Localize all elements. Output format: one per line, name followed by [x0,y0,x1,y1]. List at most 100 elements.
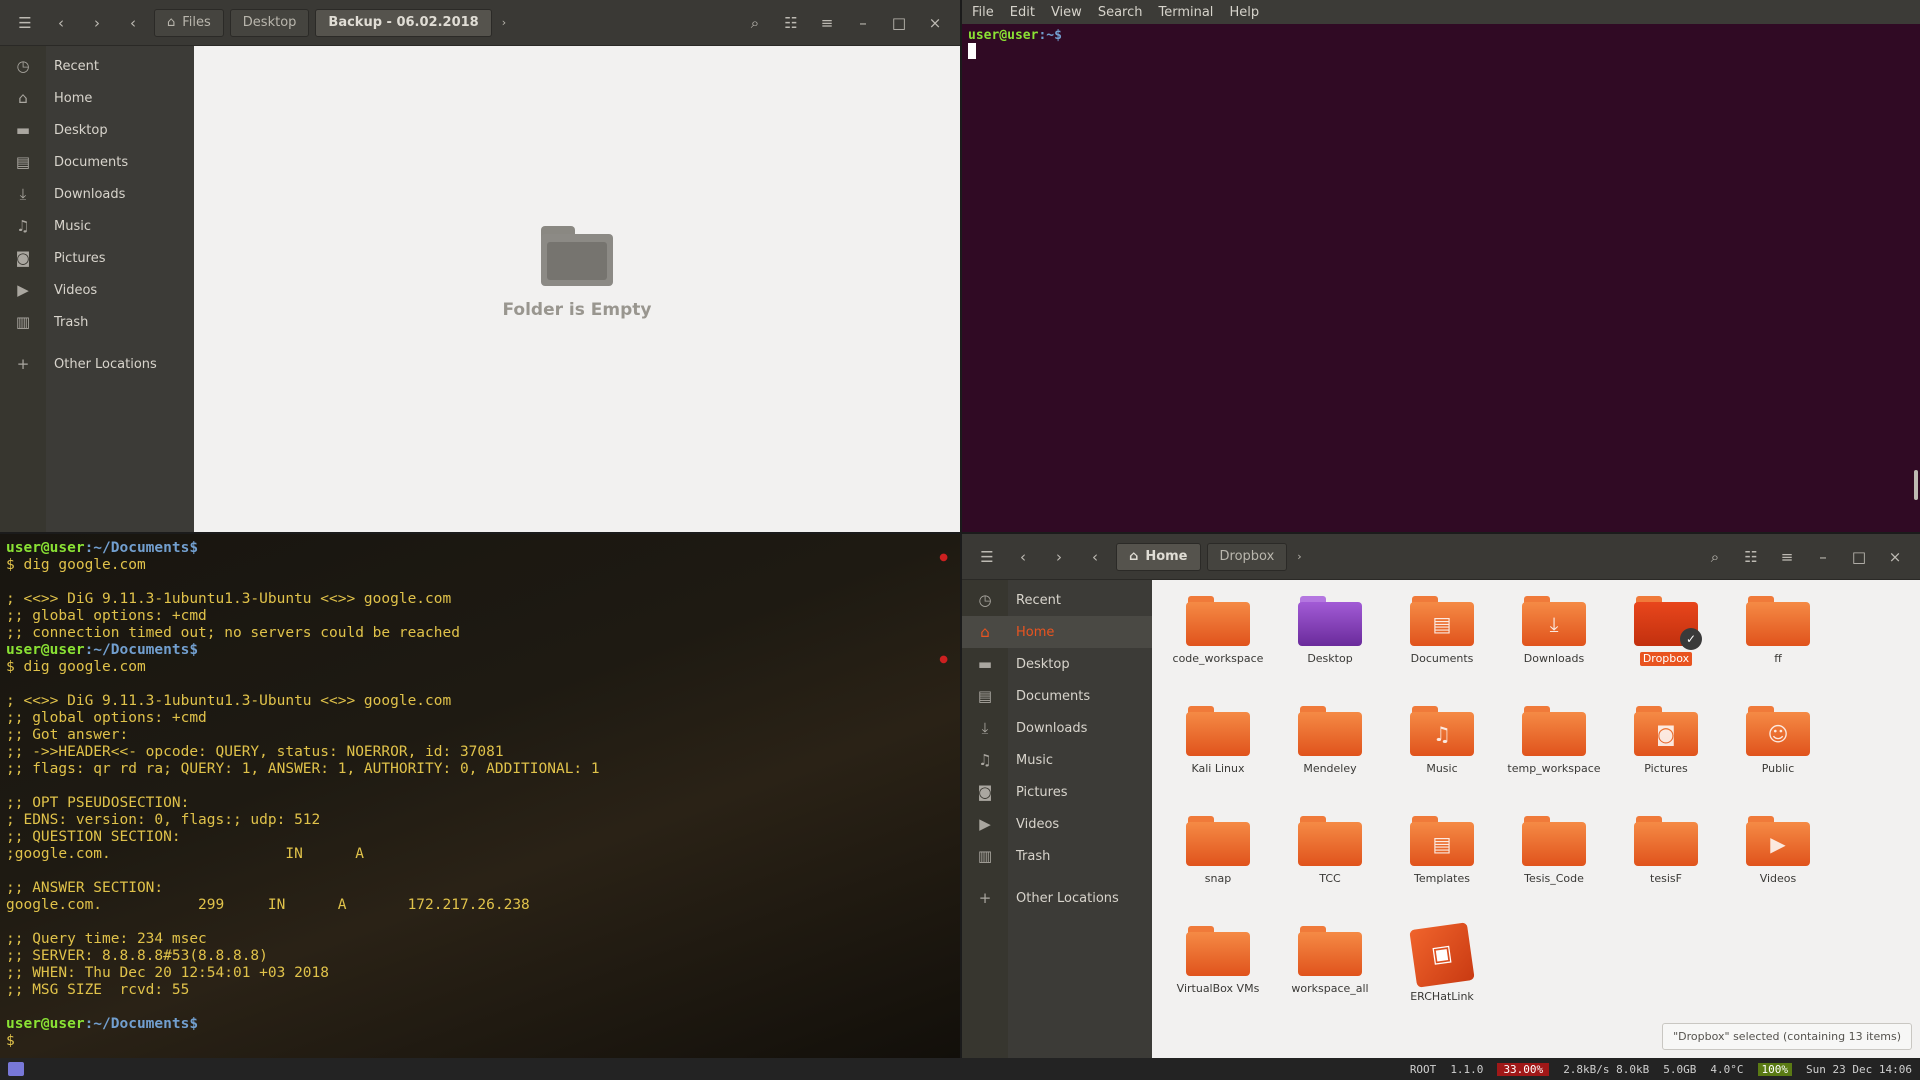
forward-button[interactable]: › [82,9,112,37]
file-item[interactable]: ff [1722,596,1834,666]
menu-icon[interactable]: ≡ [812,9,842,37]
forward-button[interactable]: › [1044,543,1074,571]
fm-content: "Dropbox" selected (containing 13 items)… [1152,580,1920,1058]
document-icon: ▤ [977,687,993,705]
crumb-desktop[interactable]: Desktop [229,8,310,37]
sidebar-item-home[interactable]: ⌂ Home [0,82,194,114]
sidebar-item-music[interactable]: ♫ Music [962,744,1152,776]
sidebar-item-trash[interactable]: ▥ Trash [0,306,194,338]
sidebar-item-pictures[interactable]: ◙ Pictures [962,776,1152,808]
file-item[interactable]: Desktop [1274,596,1386,666]
folder-icon [1634,816,1698,866]
file-item[interactable]: ▤ Templates [1386,816,1498,886]
back-button[interactable]: ‹ [1008,543,1038,571]
path-left-arrow-icon[interactable]: ‹ [1080,543,1110,571]
maximize-icon[interactable]: □ [884,9,914,37]
terminal-output[interactable]: user@user:~$ [968,28,1062,59]
close-icon[interactable]: × [1880,543,1910,571]
menu-view[interactable]: View [1051,5,1082,20]
sidebar-item-trash[interactable]: ▥ Trash [962,840,1152,872]
folder-icon: ▶ [1746,816,1810,866]
sidebar-item-recent[interactable]: ◷ Recent [0,50,194,82]
terminal-output[interactable]: user@user:~/Documents$ $ dig google.com ;… [6,540,954,1050]
file-item[interactable]: VirtualBox VMs [1162,926,1274,996]
sidebar-item-pictures[interactable]: ◙ Pictures [0,242,194,274]
workspace-indicator-icon[interactable] [8,1062,24,1076]
panel-item: 33.00% [1497,1062,1550,1076]
file-item[interactable]: ⤓ Downloads [1498,596,1610,666]
sidebar-toggle-icon[interactable]: ☰ [10,9,40,37]
file-item[interactable]: Kali Linux [1162,706,1274,776]
sidebar-item-downloads[interactable]: ⤓ Downloads [0,178,194,210]
file-item-label: Music [1426,762,1458,775]
sidebar-item-documents[interactable]: ▤ Documents [0,146,194,178]
folder-icon: ☺ [1746,706,1810,756]
file-item[interactable]: temp_workspace [1498,706,1610,776]
crumb-dropbox[interactable]: Dropbox [1206,542,1288,571]
terminal-window-top-right[interactable]: File Edit View Search Terminal Help user… [962,0,1920,532]
sidebar-item-recent[interactable]: ◷ Recent [962,584,1152,616]
menu-search[interactable]: Search [1098,5,1143,20]
file-item[interactable]: Tesis_Code [1498,816,1610,886]
sidebar-item-other-locations[interactable]: + Other Locations [962,882,1152,914]
file-item[interactable]: ◙ Pictures [1610,706,1722,776]
file-item[interactable]: ☺ Public [1722,706,1834,776]
folder-icon: ◙ [1634,706,1698,756]
crumb-files[interactable]: ⌂ Files [154,8,224,37]
file-item[interactable]: code_workspace [1162,596,1274,666]
back-button[interactable]: ‹ [46,9,76,37]
path-right-arrow-icon[interactable]: › [1293,550,1305,563]
minimize-icon[interactable]: – [848,9,878,37]
sidebar-item-home[interactable]: ⌂ Home [962,616,1152,648]
output-line: ;google.com. IN A [6,846,364,862]
maximize-icon[interactable]: □ [1844,543,1874,571]
search-icon[interactable]: ⌕ [1700,543,1730,571]
sidebar-item-documents[interactable]: ▤ Documents [962,680,1152,712]
file-item[interactable]: Mendeley [1274,706,1386,776]
view-options-icon[interactable]: ☷ [776,9,806,37]
file-item[interactable]: ▣ ERCHatLink [1386,922,1498,1004]
file-item[interactable]: ▶ Videos [1722,816,1834,886]
file-item[interactable]: ✓ Dropbox [1610,596,1722,666]
view-options-icon[interactable]: ☷ [1736,543,1766,571]
sidebar-item-other-locations[interactable]: + Other Locations [0,348,194,380]
menu-icon[interactable]: ≡ [1772,543,1802,571]
sidebar-item-label: Documents [54,154,129,170]
menu-file[interactable]: File [972,5,994,20]
sidebar-item-label: Documents [1016,688,1091,704]
close-icon[interactable]: × [920,9,950,37]
file-item-label: Templates [1414,872,1470,885]
file-item[interactable]: workspace_all [1274,926,1386,996]
file-item[interactable]: ▤ Documents [1386,596,1498,666]
search-icon[interactable]: ⌕ [740,9,770,37]
file-item[interactable]: snap [1162,816,1274,886]
sidebar-item-videos[interactable]: ▶ Videos [0,274,194,306]
output-line: ;; ->>HEADER<<- opcode: QUERY, status: N… [6,744,504,760]
terminal-window-bottom-left[interactable]: user@user:~/Documents$ $ dig google.com ;… [0,534,960,1058]
sidebar-item-downloads[interactable]: ⤓ Downloads [962,712,1152,744]
menu-edit[interactable]: Edit [1010,5,1035,20]
path-right-arrow-icon[interactable]: › [498,16,510,29]
file-item[interactable]: TCC [1274,816,1386,886]
file-manager-window-top-left: ☰ ‹ › ‹ ⌂ Files Desktop Backup - 06.02.20… [0,0,960,532]
file-item[interactable]: ♫ Music [1386,706,1498,776]
folder-icon [1186,596,1250,646]
menu-help[interactable]: Help [1229,5,1259,20]
crumb-home[interactable]: ⌂ Home [1116,542,1201,571]
sidebar-item-desktop[interactable]: ▬ Desktop [962,648,1152,680]
sidebar-item-music[interactable]: ♫ Music [0,210,194,242]
menu-terminal[interactable]: Terminal [1158,5,1213,20]
sidebar-item-desktop[interactable]: ▬ Desktop [0,114,194,146]
fm-content: Folder is Empty [194,46,960,532]
path-left-arrow-icon[interactable]: ‹ [118,9,148,37]
file-item[interactable]: tesisF [1610,816,1722,886]
file-item-label: workspace_all [1291,982,1369,995]
folder-inner-shape [547,242,607,280]
crumb-backup[interactable]: Backup - 06.02.2018 [315,8,492,37]
terminal-scrollbar[interactable] [1914,470,1918,500]
prompt-path: :~/Documents$ [84,540,199,556]
sidebar-toggle-icon[interactable]: ☰ [972,543,1002,571]
sidebar-item-videos[interactable]: ▶ Videos [962,808,1152,840]
minimize-icon[interactable]: – [1808,543,1838,571]
